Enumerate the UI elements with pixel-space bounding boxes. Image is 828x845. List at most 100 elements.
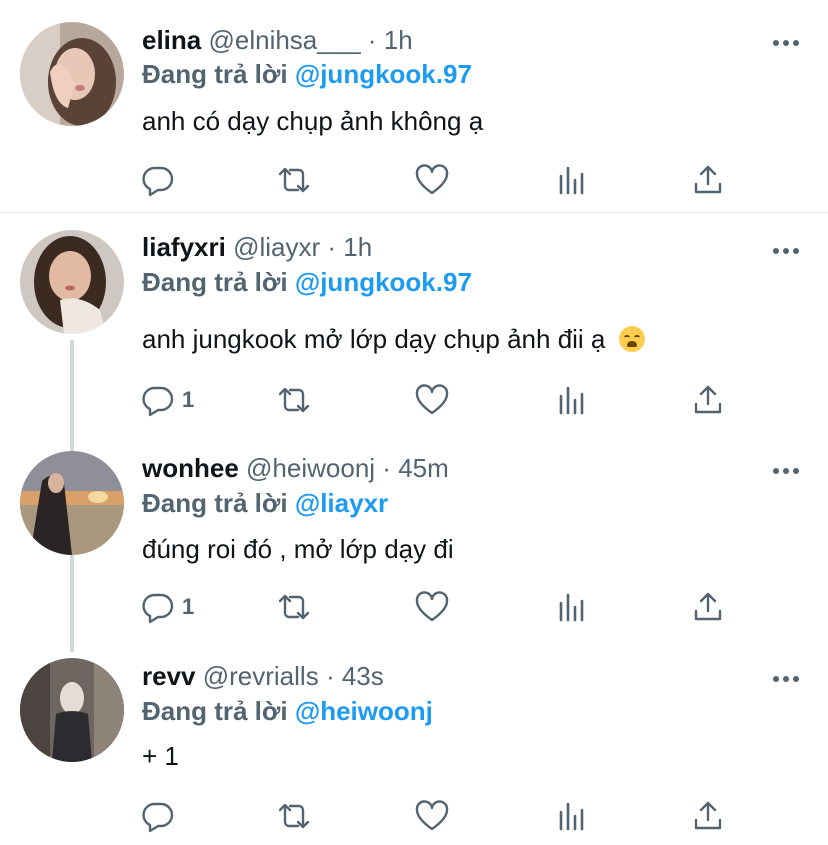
comment-icon [142,166,174,197]
tweet-text-container: anh jungkook mở lớp dạy chụp ảnh đii ạ [142,322,646,356]
replying-to: Đang trả lời @jungkook.97 [142,58,472,90]
analytics-icon [559,802,584,831]
analytics-icon [559,166,584,195]
retweet-button[interactable] [274,380,314,420]
tweet-text: đúng roi đó , mở lớp dạy đi [142,534,454,564]
more-options-button[interactable] [772,35,800,46]
reply-button[interactable]: 1 [140,380,194,420]
reply-button[interactable]: 1 [140,587,194,627]
tweet-text: anh jungkook mở lớp dạy chụp ảnh đii ạ [142,324,606,354]
display-name[interactable]: wonhee [142,453,239,483]
heart-icon [415,800,449,831]
separator-dot: · [382,453,391,483]
views-button[interactable] [554,160,590,200]
display-name[interactable]: revv [142,661,196,691]
replying-to: Đang trả lời @jungkook.97 [142,266,472,298]
timestamp[interactable]: 1h [343,232,372,262]
views-button[interactable] [554,587,590,627]
share-icon [694,592,722,621]
tweet-actions: 1 [140,587,740,627]
reply-count: 1 [182,594,195,619]
avatar[interactable] [20,22,124,126]
comment-icon [142,802,174,833]
more-options-button[interactable] [772,671,800,682]
replying-to: Đang trả lời @heiwoonj [142,695,433,727]
retweet-icon [278,594,310,620]
avatar[interactable] [20,658,124,762]
timestamp[interactable]: 1h [384,25,413,55]
timestamp[interactable]: 43s [342,661,384,691]
mention-link[interactable]: @jungkook.97 [295,59,472,89]
tweet-actions: 1 [140,380,740,420]
heart-icon [415,384,449,415]
heart-icon [415,164,449,195]
reply-button[interactable] [140,160,182,200]
display-name[interactable]: liafyxri [142,232,226,262]
like-button[interactable] [414,380,450,420]
share-button[interactable] [690,587,726,627]
mention-link[interactable]: @jungkook.97 [295,267,472,297]
views-button[interactable] [554,380,590,420]
more-dots-icon [773,676,799,682]
tweet-actions [140,160,740,200]
like-button[interactable] [414,160,450,200]
replying-to-label: Đang trả lời [142,59,288,89]
more-dots-icon [773,248,799,254]
separator-dot: · [367,25,377,55]
views-button[interactable] [554,796,590,836]
avatar[interactable] [20,451,124,555]
share-button[interactable] [690,380,726,420]
timestamp[interactable]: 45m [398,453,449,483]
user-handle[interactable]: @elnihsa___ [208,25,360,55]
more-dots-icon [773,40,799,46]
analytics-icon [559,593,584,622]
mention-link[interactable]: @heiwoonj [295,696,433,726]
retweet-icon [278,803,310,829]
user-handle[interactable]: @liayxr [233,232,320,262]
like-button[interactable] [414,587,450,627]
tweet-header: revv @revrialls · 43s [142,660,384,692]
more-dots-icon [773,468,799,474]
share-icon [694,165,722,194]
more-options-button[interactable] [772,463,800,474]
share-button[interactable] [690,160,726,200]
reply-button[interactable] [140,796,182,836]
retweet-icon [278,167,310,193]
user-handle[interactable]: @revrialls [203,661,319,691]
retweet-icon [278,387,310,413]
tweet-actions [140,796,740,836]
analytics-icon [559,386,584,415]
tweet[interactable]: elina @elnihsa___ · 1h Đang trả lời @jun… [0,0,828,212]
reply-count: 1 [182,387,195,412]
heart-icon [415,591,449,622]
replying-to-label: Đang trả lời [142,696,288,726]
comment-icon [142,593,174,624]
tweet-header: wonhee @heiwoonj · 45m [142,452,449,484]
display-name[interactable]: elina [142,25,201,55]
replying-to-label: Đang trả lời [142,488,288,518]
replying-to: Đang trả lời @liayxr [142,487,388,519]
mention-link[interactable]: @liayxr [295,488,388,518]
share-button[interactable] [690,796,726,836]
separator-dot: · [325,661,335,691]
tweet-text: anh có dạy chụp ảnh không ạ [142,106,484,136]
retweet-button[interactable] [274,160,314,200]
separator-dot: · [327,232,337,262]
avatar[interactable] [20,230,124,334]
like-button[interactable] [414,796,450,836]
tweet-text: + 1 [142,741,179,771]
loudly-crying-face-emoji [619,326,646,352]
replying-to-label: Đang trả lời [142,267,288,297]
retweet-button[interactable] [274,796,314,836]
tweet[interactable]: revv @revrialls · 43s Đang trả lời @heiw… [0,639,828,845]
more-options-button[interactable] [772,243,800,254]
tweet-header: elina @elnihsa___ · 1h [142,24,413,56]
tweet[interactable]: wonhee @heiwoonj · 45m Đang trả lời @lia… [0,431,828,639]
share-icon [694,385,722,414]
tweet-header: liafyxri @liayxr · 1h [142,231,372,263]
retweet-button[interactable] [274,587,314,627]
tweet[interactable]: liafyxri @liayxr · 1h Đang trả lời @jung… [0,213,828,431]
user-handle[interactable]: @heiwoonj [246,453,375,483]
share-icon [694,801,722,830]
comment-icon [142,386,174,417]
